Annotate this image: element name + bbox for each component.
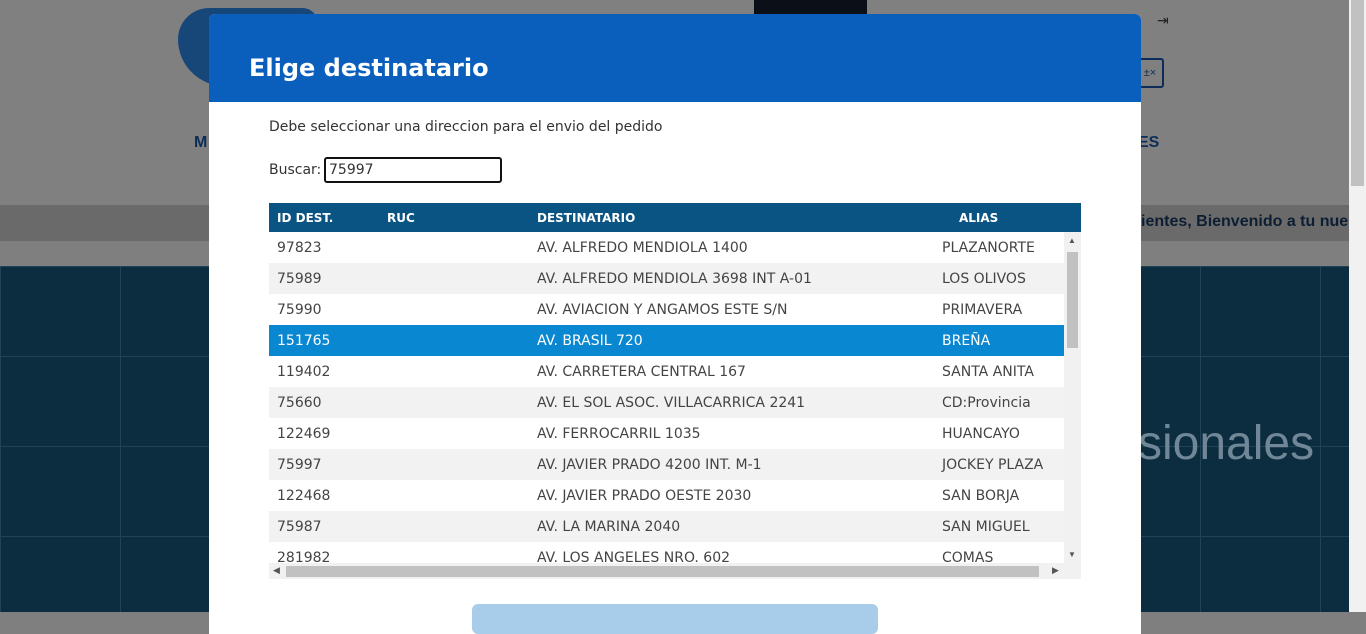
recipient-modal: Elige destinatario Debe seleccionar una … xyxy=(209,14,1141,634)
cell-id: 97823 xyxy=(277,240,322,256)
scroll-up-icon[interactable]: ▲ xyxy=(1068,236,1076,245)
recipient-table: ID DEST. RUC DESTINATARIO ALIAS 97823 AV.… xyxy=(269,203,1081,579)
table-horizontal-scrollbar-thumb[interactable] xyxy=(286,566,1039,577)
modal-title: Elige destinatario xyxy=(249,54,489,82)
scroll-right-icon[interactable]: ▶ xyxy=(1052,565,1059,576)
cell-alias: PRIMAVERA xyxy=(942,302,1023,318)
cell-alias: SAN MIGUEL xyxy=(942,519,1030,535)
table-vertical-scrollbar[interactable]: ▲ ▼ xyxy=(1064,232,1081,563)
cell-id: 119402 xyxy=(277,364,331,380)
modal-description: Debe seleccionar una direccion para el e… xyxy=(269,119,663,135)
cell-destinatario: AV. JAVIER PRADO 4200 INT. M-1 xyxy=(537,457,762,473)
cell-destinatario: AV. LOS ANGELES NRO. 602 xyxy=(537,550,731,563)
table-vertical-scrollbar-thumb[interactable] xyxy=(1067,252,1078,348)
cell-alias: LOS OLIVOS xyxy=(942,271,1026,287)
cell-id: 122469 xyxy=(277,426,331,442)
cell-id: 151765 xyxy=(277,333,331,349)
cell-alias: SANTA ANITA xyxy=(942,364,1034,380)
logout-icon[interactable]: ⇥ xyxy=(1157,12,1173,28)
table-horizontal-scrollbar[interactable]: ◀ ▶ xyxy=(269,563,1081,579)
cell-id: 75989 xyxy=(277,271,322,287)
hero-text: sionales xyxy=(1138,417,1315,470)
cell-id: 75990 xyxy=(277,302,322,318)
table-row[interactable]: 281982 AV. LOS ANGELES NRO. 602 COMAS xyxy=(269,542,1064,563)
table-row[interactable]: 75997 AV. JAVIER PRADO 4200 INT. M-1 JOCKE… xyxy=(269,449,1064,480)
table-body: 97823 AV. ALFREDO MENDIOLA 1400 PLAZANORTE… xyxy=(269,232,1064,563)
column-header-id[interactable]: ID DEST. xyxy=(277,211,333,225)
scroll-down-icon[interactable]: ▼ xyxy=(1068,550,1076,559)
cell-destinatario: AV. ALFREDO MENDIOLA 3698 INT A-01 xyxy=(537,271,812,287)
cell-destinatario: AV. BRASIL 720 xyxy=(537,333,643,349)
page-scrollbar-thumb[interactable] xyxy=(1351,0,1364,186)
dark-nav-tab xyxy=(754,0,867,14)
table-row[interactable]: 75660 AV. EL SOL ASOC. VILLACARRICA 2241 C… xyxy=(269,387,1064,418)
cell-id: 75660 xyxy=(277,395,322,411)
cell-destinatario: AV. LA MARINA 2040 xyxy=(537,519,681,535)
menu-item-left: M xyxy=(194,134,208,151)
cell-id: 281982 xyxy=(277,550,331,563)
column-header-destinatario[interactable]: DESTINATARIO xyxy=(537,211,635,225)
cell-id: 75997 xyxy=(277,457,322,473)
table-row[interactable]: 119402 AV. CARRETERA CENTRAL 167 SANTA ANI… xyxy=(269,356,1064,387)
accept-button[interactable] xyxy=(472,604,878,634)
table-row[interactable]: 151765 AV. BRASIL 720 BREÑA xyxy=(269,325,1064,356)
search-label: Buscar: xyxy=(269,162,322,178)
scroll-left-icon[interactable]: ◀ xyxy=(273,565,280,576)
table-row[interactable]: 122469 AV. FERROCARRIL 1035 HUANCAYO xyxy=(269,418,1064,449)
cell-destinatario: AV. CARRETERA CENTRAL 167 xyxy=(537,364,746,380)
table-row[interactable]: 97823 AV. ALFREDO MENDIOLA 1400 PLAZANORTE xyxy=(269,232,1064,263)
cell-alias: CD:Provincia xyxy=(942,395,1031,411)
cell-destinatario: AV. ALFREDO MENDIOLA 1400 xyxy=(537,240,748,256)
table-row[interactable]: 75989 AV. ALFREDO MENDIOLA 3698 INT A-01 L… xyxy=(269,263,1064,294)
table-row[interactable]: 75987 AV. LA MARINA 2040 SAN MIGUEL xyxy=(269,511,1064,542)
modal-header: Elige destinatario xyxy=(209,14,1141,102)
cell-alias: HUANCAYO xyxy=(942,426,1020,442)
cell-destinatario: AV. FERROCARRIL 1035 xyxy=(537,426,701,442)
cell-destinatario: AV. AVIACION Y ANGAMOS ESTE S/N xyxy=(537,302,788,318)
cell-alias: COMAS xyxy=(942,550,994,563)
marquee-text: ientes, Bienvenido a tu nue xyxy=(1141,213,1349,230)
cell-destinatario: AV. JAVIER PRADO OESTE 2030 xyxy=(537,488,752,504)
column-header-ruc[interactable]: RUC xyxy=(387,211,415,225)
cell-destinatario: AV. EL SOL ASOC. VILLACARRICA 2241 xyxy=(537,395,806,411)
cell-alias: BREÑA xyxy=(942,333,991,349)
table-header: ID DEST. RUC DESTINATARIO ALIAS xyxy=(269,203,1081,232)
column-header-alias[interactable]: ALIAS xyxy=(959,211,998,225)
cell-id: 122468 xyxy=(277,488,331,504)
search-input[interactable] xyxy=(324,157,502,183)
table-row[interactable]: 75990 AV. AVIACION Y ANGAMOS ESTE S/N PRIM… xyxy=(269,294,1064,325)
cell-alias: PLAZANORTE xyxy=(942,240,1035,256)
table-row[interactable]: 122468 AV. JAVIER PRADO OESTE 2030 SAN BOR… xyxy=(269,480,1064,511)
cell-alias: JOCKEY PLAZA xyxy=(942,457,1044,473)
cell-alias: SAN BORJA xyxy=(942,488,1020,504)
cell-id: 75987 xyxy=(277,519,322,535)
menu-item-right: ES xyxy=(1138,134,1160,151)
